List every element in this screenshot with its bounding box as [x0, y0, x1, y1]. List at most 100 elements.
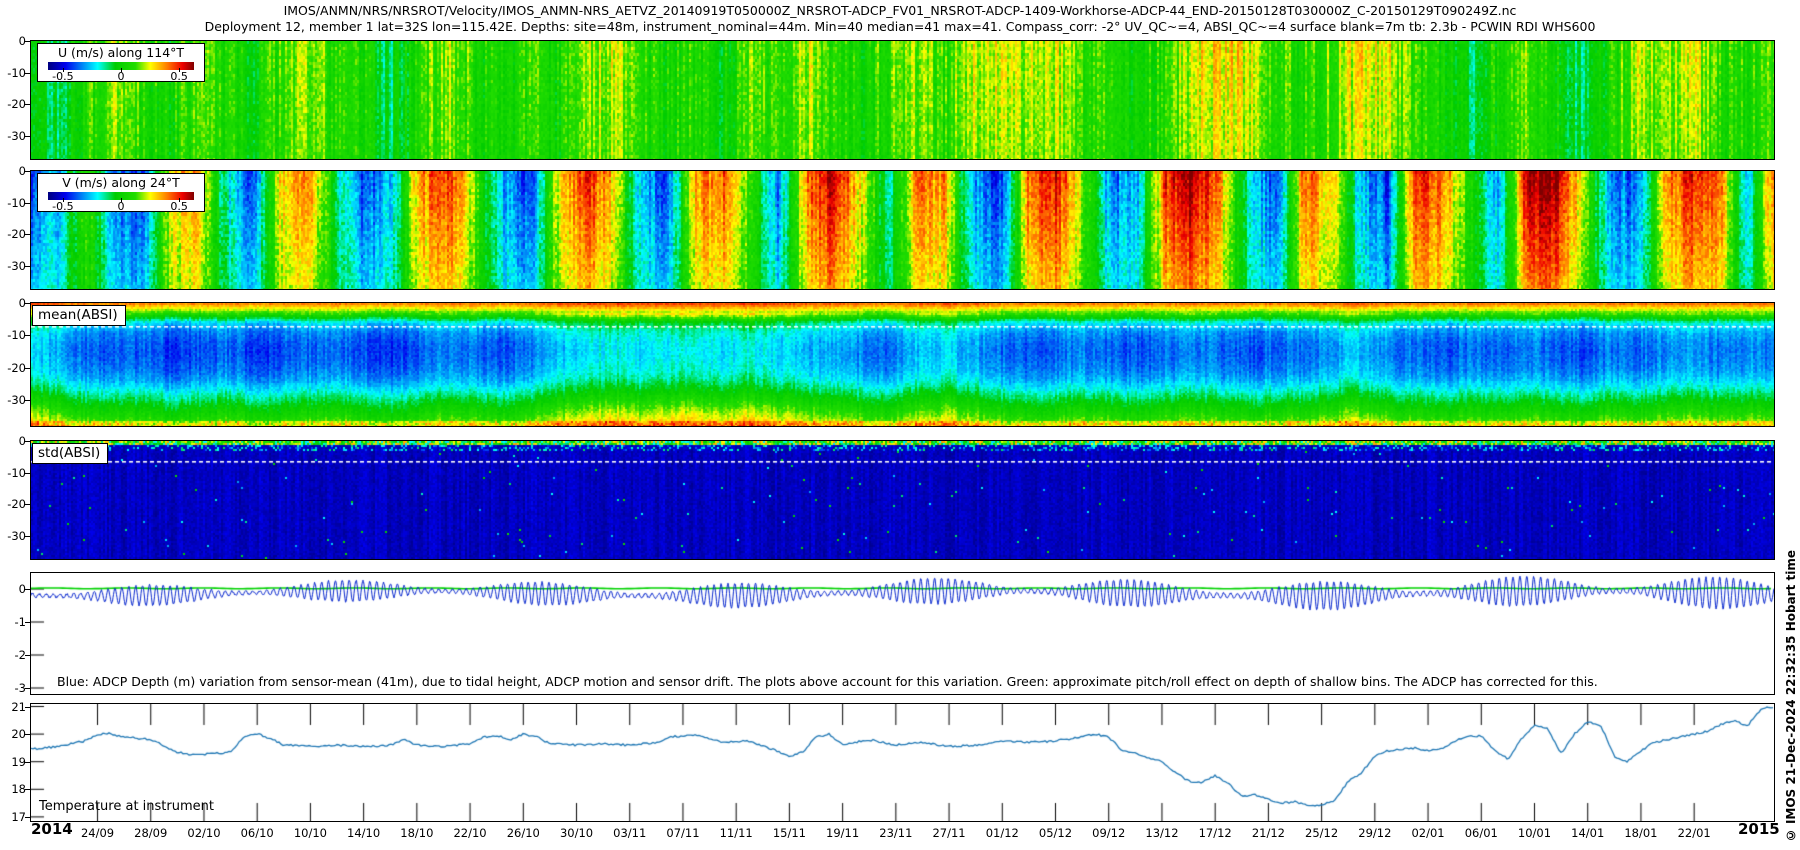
v-legend-title: V (m/s) along 24°T: [38, 175, 204, 190]
x-tick-label: 22/01: [1671, 826, 1717, 840]
y-tickmark-depth: [25, 589, 30, 590]
y-tick-label-v: -10: [0, 196, 26, 210]
x-axis-year-end: 2015: [1738, 820, 1780, 838]
figure-title-filename: IMOS/ANMN/NRS/NRSROT/Velocity/IMOS_ANMN-…: [0, 3, 1800, 18]
mean-absi-label: mean(ABSI): [32, 305, 126, 326]
panel-std-absi: std(ABSI): [30, 440, 1775, 560]
panel-temperature: Temperature at instrument: [30, 703, 1775, 822]
x-axis-year-start: 2014: [31, 820, 73, 838]
u-colorbar-tick-label: 0.5: [170, 70, 188, 83]
x-tick-label: 07/11: [660, 826, 706, 840]
x-tick-label: 14/01: [1565, 826, 1611, 840]
x-tick-label: 18/01: [1618, 826, 1664, 840]
y-tick-label-v: 0: [0, 164, 26, 178]
copyright-vertical-text: © IMOS 21-Dec-2024 22:32:35 Hobart time: [1784, 550, 1798, 842]
y-tickmark-mean: [25, 400, 30, 401]
y-tick-label-mean: -10: [0, 328, 26, 342]
x-tick-label: 02/10: [181, 826, 227, 840]
v-velocity-heatmap-canvas: [31, 171, 1774, 289]
y-tick-label-u: 0: [0, 34, 26, 48]
x-tick-label: 13/12: [1139, 826, 1185, 840]
y-tick-label-mean: 0: [0, 296, 26, 310]
y-tickmark-u: [25, 136, 30, 137]
y-tickmark-std: [25, 473, 30, 474]
v-colorbar-tick-label: 0.5: [170, 200, 188, 213]
figure-subtitle-deployment: Deployment 12, member 1 lat=32S lon=115.…: [0, 19, 1800, 34]
x-tick-label: 14/10: [341, 826, 387, 840]
temperature-line-canvas: [31, 704, 1774, 821]
x-tick-label: 18/10: [394, 826, 440, 840]
y-tickmark-v: [25, 203, 30, 204]
u-legend-title: U (m/s) along 114°T: [38, 45, 204, 60]
y-tick-label-u: -30: [0, 129, 26, 143]
panel-v-velocity: V (m/s) along 24°T -0.5 0 0.5: [30, 170, 1775, 290]
y-tickmark-mean: [25, 335, 30, 336]
y-tickmark-std: [25, 441, 30, 442]
y-tickmark-mean: [25, 368, 30, 369]
y-tick-label-temp: 17: [0, 810, 26, 824]
y-tickmark-std: [25, 536, 30, 537]
v-colorbar-tick-label: -0.5: [52, 200, 73, 213]
y-tick-label-u: -20: [0, 97, 26, 111]
y-tickmark-u: [25, 73, 30, 74]
y-tick-label-depth: -2: [0, 648, 26, 662]
x-tick-label: 06/01: [1458, 826, 1504, 840]
temperature-label: Temperature at instrument: [39, 799, 214, 814]
y-tickmark-v: [25, 171, 30, 172]
y-tickmark-v: [25, 234, 30, 235]
y-tick-label-mean: -30: [0, 393, 26, 407]
x-tick-label: 11/11: [713, 826, 759, 840]
y-tick-label-depth: -3: [0, 681, 26, 695]
x-tick-label: 24/09: [75, 826, 121, 840]
x-tick-label: 15/11: [766, 826, 812, 840]
y-tick-label-depth: 0: [0, 582, 26, 596]
x-tick-label: 25/12: [1299, 826, 1345, 840]
figure-root: IMOS/ANMN/NRS/NRSROT/Velocity/IMOS_ANMN-…: [0, 0, 1800, 850]
y-tickmark-depth: [25, 688, 30, 689]
y-tickmark-temp: [25, 762, 30, 763]
x-tick-label: 23/11: [873, 826, 919, 840]
y-tick-label-temp: 21: [0, 700, 26, 714]
x-tick-label: 06/10: [234, 826, 280, 840]
x-tick-label: 02/01: [1405, 826, 1451, 840]
std-absi-label: std(ABSI): [32, 443, 108, 464]
y-tickmark-temp: [25, 789, 30, 790]
y-tick-label-u: -10: [0, 66, 26, 80]
x-tick-label: 27/11: [926, 826, 972, 840]
y-tickmark-u: [25, 104, 30, 105]
std-absi-heatmap-canvas: [31, 441, 1774, 559]
y-tickmark-depth: [25, 655, 30, 656]
y-tick-label-std: 0: [0, 434, 26, 448]
x-tick-label: 29/12: [1352, 826, 1398, 840]
y-tick-label-std: -20: [0, 497, 26, 511]
y-tick-label-temp: 19: [0, 755, 26, 769]
x-tick-label: 19/11: [820, 826, 866, 840]
y-tickmark-mean: [25, 303, 30, 304]
v-colorbar-legend: V (m/s) along 24°T -0.5 0 0.5: [37, 173, 205, 212]
x-tick-label: 30/10: [554, 826, 600, 840]
panel-depth-variation: Blue: ADCP Depth (m) variation from sens…: [30, 572, 1775, 695]
x-tick-label: 10/01: [1512, 826, 1558, 840]
x-tick-label: 26/10: [500, 826, 546, 840]
x-tick-label: 10/10: [287, 826, 333, 840]
u-velocity-heatmap-canvas: [31, 41, 1774, 159]
u-colorbar-tick-label: 0: [118, 70, 125, 83]
x-tick-label: 05/12: [1033, 826, 1079, 840]
x-tick-label: 01/12: [979, 826, 1025, 840]
y-tickmark-depth: [25, 622, 30, 623]
y-tickmark-temp: [25, 707, 30, 708]
x-tick-label: 21/12: [1245, 826, 1291, 840]
y-tick-label-temp: 18: [0, 782, 26, 796]
u-colorbar-tick-label: -0.5: [52, 70, 73, 83]
y-tick-label-mean: -20: [0, 361, 26, 375]
y-tick-label-temp: 20: [0, 727, 26, 741]
y-tick-label-depth: -1: [0, 615, 26, 629]
x-tick-label: 22/10: [447, 826, 493, 840]
y-tick-label-v: -30: [0, 259, 26, 273]
x-tick-label: 09/12: [1086, 826, 1132, 840]
y-tickmark-temp: [25, 734, 30, 735]
y-tick-label-std: -30: [0, 529, 26, 543]
v-colorbar-tick-label: 0: [118, 200, 125, 213]
y-tick-label-std: -10: [0, 466, 26, 480]
u-colorbar-legend: U (m/s) along 114°T -0.5 0 0.5: [37, 43, 205, 82]
